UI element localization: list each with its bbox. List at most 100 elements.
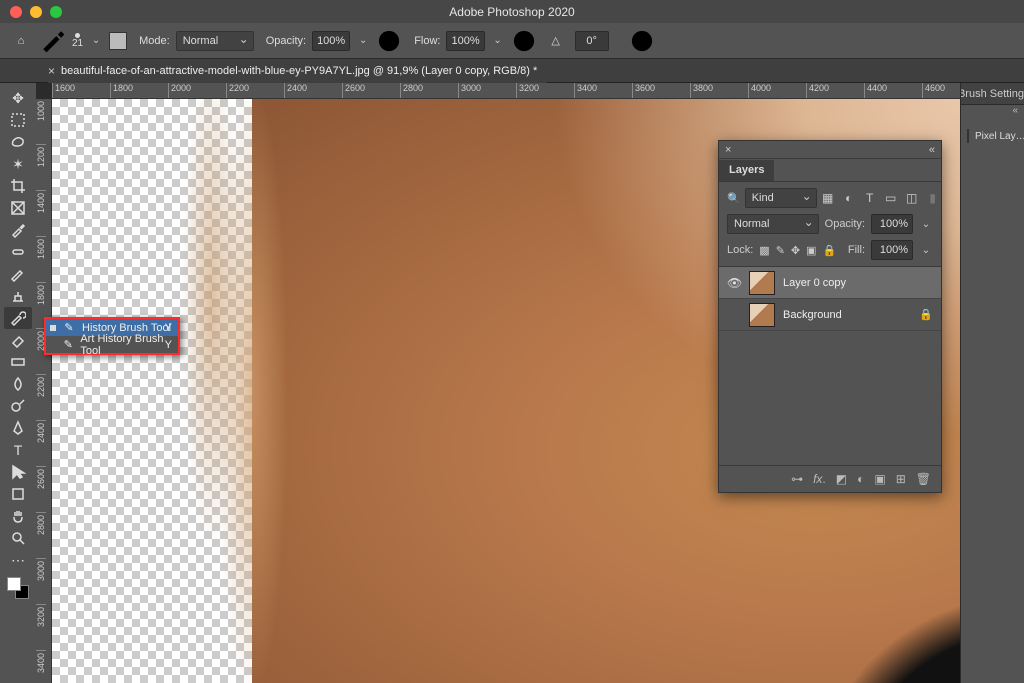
type-filter-icon[interactable]: T bbox=[863, 191, 877, 205]
layer-thumbnail[interactable] bbox=[749, 271, 775, 295]
adjustment-layer-icon[interactable]: ◐ bbox=[857, 472, 864, 486]
chevron-down-icon[interactable]: ⌄ bbox=[919, 245, 933, 256]
lock-icon[interactable]: 🔒 bbox=[919, 308, 933, 321]
lock-position-icon[interactable]: ✥ bbox=[791, 244, 800, 257]
foreground-color-swatch[interactable] bbox=[7, 577, 21, 591]
eraser-tool[interactable] bbox=[4, 329, 32, 351]
lock-artboard-icon[interactable]: ▣ bbox=[806, 244, 816, 257]
layer-name[interactable]: Background bbox=[783, 309, 911, 321]
selected-indicator-icon bbox=[50, 325, 56, 331]
adjustment-filter-icon[interactable]: ◐ bbox=[842, 191, 856, 205]
pixel-filter-icon[interactable]: ▦ bbox=[821, 191, 835, 205]
shape-tool[interactable] bbox=[4, 483, 32, 505]
app-title: Adobe Photoshop 2020 bbox=[449, 5, 574, 19]
layer-filter-icons: ▦ ◐ T ▭ ◫ ▮ bbox=[821, 191, 940, 205]
dodge-tool[interactable] bbox=[4, 395, 32, 417]
lock-pixels-icon[interactable]: ▩ bbox=[759, 244, 769, 257]
frame-tool[interactable] bbox=[4, 197, 32, 219]
eyedropper-tool[interactable] bbox=[4, 219, 32, 241]
layer-name[interactable]: Layer 0 copy bbox=[783, 277, 933, 289]
maximize-window-icon[interactable] bbox=[50, 6, 62, 18]
home-icon[interactable]: ⌂ bbox=[8, 28, 34, 54]
flow-label: Flow: bbox=[414, 35, 440, 47]
angle-icon[interactable]: △ bbox=[543, 28, 569, 54]
close-window-icon[interactable] bbox=[10, 6, 22, 18]
link-layers-icon[interactable]: ⊶ bbox=[791, 472, 803, 486]
chevron-down-icon[interactable]: ⌄ bbox=[356, 35, 370, 46]
minimize-window-icon[interactable] bbox=[30, 6, 42, 18]
brush-preview-swatch[interactable] bbox=[109, 32, 127, 50]
flyout-item-art-history-brush[interactable]: ✎ Art History Brush Tool Y bbox=[46, 336, 178, 353]
layer-mask-icon[interactable]: ◩ bbox=[836, 472, 847, 486]
fill-label: Fill: bbox=[848, 244, 865, 256]
layers-footer: ⊶ fx. ◩ ◐ ▣ ⊞ 🗑 bbox=[719, 466, 941, 492]
panel-header[interactable]: × « bbox=[719, 141, 941, 159]
vertical-ruler[interactable]: 1000120014001600180020002200240026002800… bbox=[36, 99, 52, 683]
right-panel-dock: Brush Setting: « Pixel Lay… bbox=[960, 83, 1024, 683]
lasso-tool[interactable] bbox=[4, 131, 32, 153]
layers-panel[interactable]: × « Layers 🔍 Kind ▦ ◐ T ▭ ◫ ▮ bbox=[718, 140, 942, 493]
close-panel-icon[interactable]: × bbox=[725, 144, 731, 156]
chevron-down-icon[interactable]: ⌄ bbox=[89, 35, 103, 46]
lock-brush-icon[interactable]: ✎ bbox=[776, 244, 785, 257]
horizontal-ruler[interactable]: 1600180020002200240026002800300032003400… bbox=[52, 83, 960, 99]
layer-filter-dropdown[interactable]: Kind bbox=[745, 188, 817, 208]
layer-row[interactable]: 👁 Layer 0 copy bbox=[719, 267, 941, 299]
path-selection-tool[interactable] bbox=[4, 461, 32, 483]
filter-toggle-icon[interactable]: ▮ bbox=[926, 191, 940, 205]
pressure-size-icon[interactable] bbox=[629, 28, 655, 54]
fill-input[interactable]: 100% bbox=[871, 240, 913, 260]
collapse-dock-icon[interactable]: « bbox=[961, 105, 1024, 121]
chevron-down-icon[interactable]: ⌄ bbox=[491, 35, 505, 46]
gradient-tool[interactable] bbox=[4, 351, 32, 373]
clone-stamp-tool[interactable] bbox=[4, 285, 32, 307]
pressure-opacity-icon[interactable] bbox=[376, 28, 402, 54]
pixel-layer-panel-button[interactable]: Pixel Lay… bbox=[961, 121, 1024, 151]
healing-brush-tool[interactable] bbox=[4, 241, 32, 263]
new-layer-icon[interactable]: ⊞ bbox=[896, 472, 906, 486]
blur-tool[interactable] bbox=[4, 373, 32, 395]
move-tool[interactable]: ✥ bbox=[4, 87, 32, 109]
edit-toolbar[interactable]: ⋯ bbox=[4, 549, 32, 571]
art-history-brush-icon: ✎ bbox=[62, 338, 74, 351]
search-icon[interactable]: 🔍 bbox=[727, 192, 741, 205]
visibility-toggle-icon[interactable]: 👁 bbox=[727, 276, 741, 290]
layer-opacity-input[interactable]: 100% bbox=[871, 214, 913, 234]
crop-tool[interactable] bbox=[4, 175, 32, 197]
zoom-tool[interactable] bbox=[4, 527, 32, 549]
document-tab[interactable]: × beautiful-face-of-an-attractive-model-… bbox=[48, 59, 547, 83]
brush-settings-tab[interactable]: Brush Setting: bbox=[961, 83, 1024, 105]
layer-group-icon[interactable]: ▣ bbox=[874, 472, 885, 486]
layer-row[interactable]: Background 🔒 bbox=[719, 299, 941, 331]
angle-input[interactable]: 0° bbox=[575, 31, 609, 51]
document-tab-label: beautiful-face-of-an-attractive-model-wi… bbox=[61, 65, 537, 77]
opacity-input[interactable]: 100% bbox=[312, 31, 350, 51]
hand-tool[interactable] bbox=[4, 505, 32, 527]
type-tool[interactable]: T bbox=[4, 439, 32, 461]
tool-preset-icon[interactable] bbox=[40, 28, 66, 54]
document-area: 1600180020002200240026002800300032003400… bbox=[36, 83, 960, 683]
history-brush-tool[interactable] bbox=[4, 307, 32, 329]
flow-input[interactable]: 100% bbox=[446, 31, 484, 51]
foreground-background-colors[interactable] bbox=[7, 577, 29, 599]
shape-filter-icon[interactable]: ▭ bbox=[884, 191, 898, 205]
wand-tool[interactable]: ✶ bbox=[4, 153, 32, 175]
layer-blend-mode-dropdown[interactable]: Normal bbox=[727, 214, 819, 234]
brush-size-indicator[interactable]: 21 bbox=[72, 33, 83, 49]
collapse-panel-icon[interactable]: « bbox=[929, 144, 935, 156]
marquee-tool[interactable] bbox=[4, 109, 32, 131]
close-tab-icon[interactable]: × bbox=[48, 64, 55, 78]
flyout-item-shortcut: Y bbox=[165, 339, 172, 351]
pen-tool[interactable] bbox=[4, 417, 32, 439]
airbrush-icon[interactable] bbox=[511, 28, 537, 54]
layer-thumbnail[interactable] bbox=[749, 303, 775, 327]
chevron-down-icon[interactable]: ⌄ bbox=[919, 219, 933, 230]
lock-all-icon[interactable]: 🔒 bbox=[823, 244, 837, 257]
layers-tab[interactable]: Layers bbox=[719, 160, 774, 181]
delete-layer-icon[interactable]: 🗑 bbox=[916, 472, 931, 486]
layer-fx-icon[interactable]: fx. bbox=[813, 472, 826, 486]
blend-mode-dropdown[interactable]: Normal bbox=[176, 31, 254, 51]
smart-filter-icon[interactable]: ◫ bbox=[905, 191, 919, 205]
brush-tool[interactable] bbox=[4, 263, 32, 285]
history-brush-icon: ✎ bbox=[62, 321, 76, 334]
